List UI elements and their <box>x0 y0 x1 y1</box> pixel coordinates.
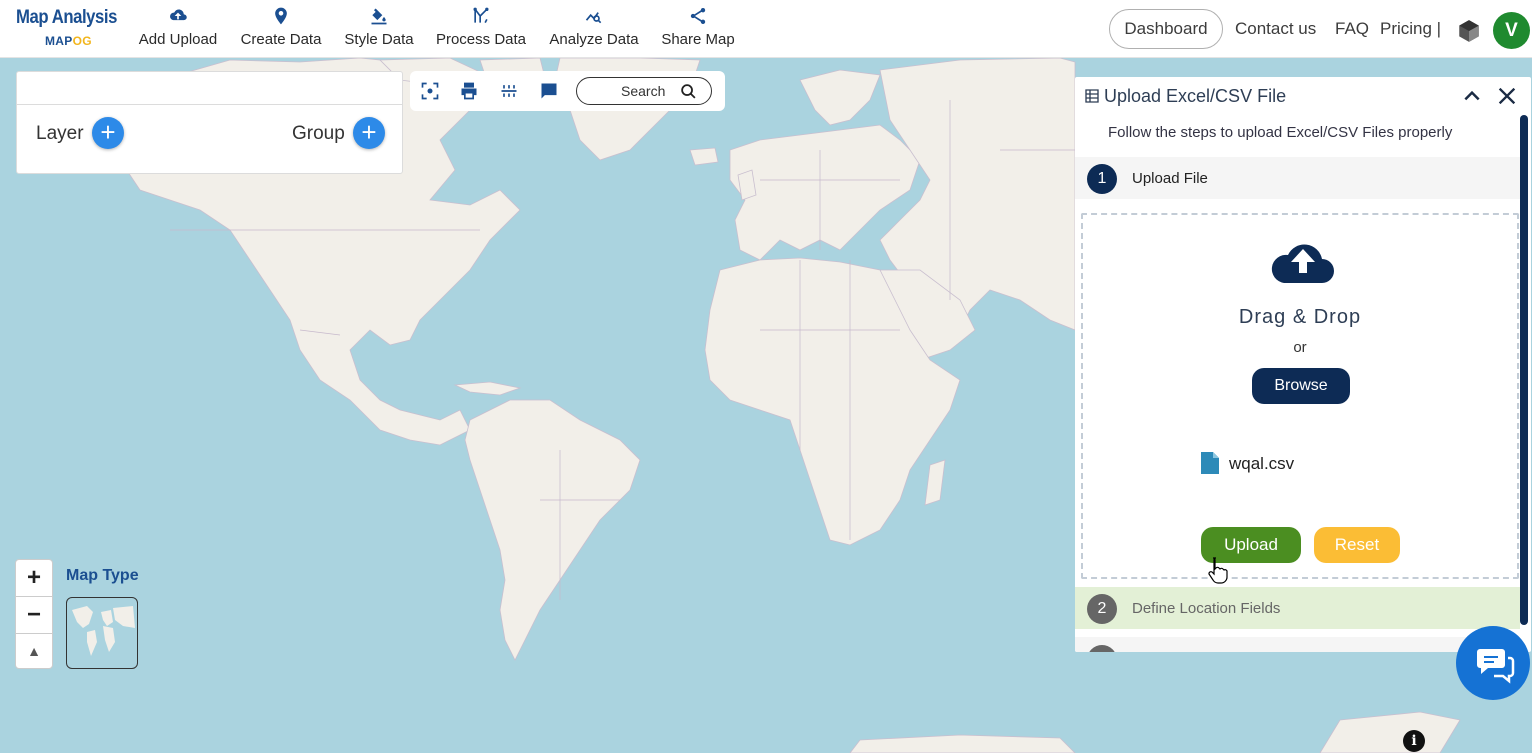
contact-link[interactable]: Contact us <box>1235 19 1316 39</box>
app-logo[interactable]: Map Analysis MAPOG <box>16 7 126 51</box>
close-icon[interactable] <box>1496 85 1518 107</box>
chat-icon <box>1477 649 1515 684</box>
browse-button[interactable]: Browse <box>1252 368 1350 404</box>
focus-icon[interactable] <box>420 81 440 101</box>
zoom-out-button[interactable]: − <box>16 597 52 633</box>
analyze-icon <box>545 6 643 28</box>
map-type-label: Map Type <box>66 567 139 584</box>
nav-analyze-data[interactable]: Analyze Data <box>545 6 643 54</box>
step-number <box>1087 645 1117 652</box>
pricing-link[interactable]: Pricing | <box>1380 19 1441 39</box>
info-icon[interactable]: i <box>1403 730 1425 752</box>
step-label: Define Location Fields <box>1132 600 1281 617</box>
file-name: wqal.csv <box>1229 454 1295 473</box>
drag-drop-text: Drag & Drop <box>1238 306 1362 328</box>
map-type-thumbnail[interactable] <box>66 597 138 669</box>
comment-icon[interactable] <box>539 81 559 101</box>
upload-csv-panel: Upload Excel/CSV File Follow the steps t… <box>1075 77 1531 652</box>
panel-subtitle: Follow the steps to upload Excel/CSV Fil… <box>1108 124 1453 141</box>
or-text: or <box>1293 339 1307 356</box>
faq-link[interactable]: FAQ <box>1335 19 1369 39</box>
nav-share-map-label: Share Map <box>661 31 735 48</box>
logo-title: Map Analysis <box>16 7 117 28</box>
process-icon <box>432 6 530 28</box>
search-icon <box>681 84 696 99</box>
nav-process-data[interactable]: Process Data <box>432 6 530 54</box>
cloud-upload-icon <box>135 6 221 28</box>
search-box[interactable]: Search <box>576 77 712 105</box>
nav-create-data-label: Create Data <box>240 31 322 48</box>
chevron-up-icon[interactable] <box>1462 85 1482 107</box>
reset-button[interactable]: Reset <box>1314 527 1400 563</box>
add-group-button[interactable]: + <box>353 117 385 149</box>
step-upload-file[interactable]: 1 Upload File <box>1075 157 1520 199</box>
layer-panel-divider <box>17 104 402 105</box>
nav-analyze-data-label: Analyze Data <box>549 31 639 48</box>
nav-process-data-label: Process Data <box>435 31 527 48</box>
share-icon <box>657 6 739 28</box>
panel-title: Upload Excel/CSV File <box>1104 86 1287 106</box>
group-label: Group <box>292 123 345 144</box>
spreadsheet-icon <box>1085 89 1099 103</box>
cloud-upload-icon <box>1271 244 1334 283</box>
zoom-control: + − ▲ <box>15 559 53 669</box>
nav-share-map[interactable]: Share Map <box>657 6 739 54</box>
nav-add-upload[interactable]: Add Upload <box>135 6 221 54</box>
dashboard-button[interactable]: Dashboard <box>1109 9 1223 49</box>
map-toolbar: Search <box>410 71 725 111</box>
step-label: Upload File <box>1132 170 1208 187</box>
step-next-collapsed[interactable] <box>1075 637 1520 652</box>
nav-style-data-label: Style Data <box>344 31 414 48</box>
step-define-location[interactable]: 2 Define Location Fields <box>1075 587 1520 629</box>
map-pin-icon <box>236 6 326 28</box>
file-icon <box>1201 452 1219 474</box>
step-number: 1 <box>1087 164 1117 194</box>
nav-style-data[interactable]: Style Data <box>340 6 418 54</box>
top-navbar: Map Analysis MAPOG Add Upload Create Dat… <box>0 0 1532 58</box>
logo-subtitle: MAPOG <box>45 34 92 48</box>
selected-file: wqal.csv <box>1201 452 1294 476</box>
nav-create-data[interactable]: Create Data <box>236 6 326 54</box>
chat-button[interactable] <box>1456 626 1530 700</box>
print-icon[interactable] <box>459 81 479 101</box>
user-avatar[interactable]: V <box>1493 12 1530 49</box>
nav-add-upload-label: Add Upload <box>138 31 218 48</box>
hand-cursor-icon <box>1208 557 1228 584</box>
reset-north-button[interactable]: ▲ <box>16 633 52 669</box>
cube-icon[interactable] <box>1456 18 1482 44</box>
map-thumbnail-icon <box>72 606 135 656</box>
zoom-in-button[interactable]: + <box>16 560 52 596</box>
layer-panel: Layer + Group + <box>16 71 403 174</box>
paint-bucket-icon <box>340 6 418 28</box>
search-label: Search <box>621 83 666 99</box>
drop-zone[interactable]: Drag & Drop or Browse wqal.csv Upload Re… <box>1081 213 1519 579</box>
layer-label: Layer <box>36 123 84 144</box>
panel-scrollbar[interactable] <box>1520 115 1528 625</box>
add-layer-button[interactable]: + <box>92 117 124 149</box>
measure-icon[interactable] <box>499 81 519 101</box>
step-number: 2 <box>1087 594 1117 624</box>
